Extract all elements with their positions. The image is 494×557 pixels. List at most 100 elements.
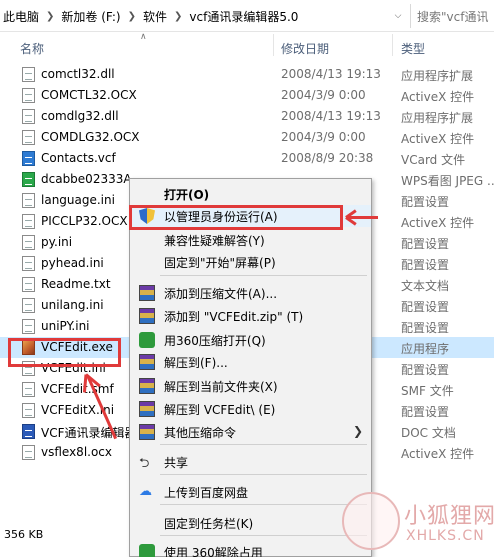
- file-type: ActiveX 控件: [401, 216, 475, 230]
- file-name[interactable]: COMDLG32.OCX: [41, 130, 140, 144]
- menu-item[interactable]: 解压到 VCFEdit\ (E): [130, 398, 371, 420]
- winrar-icon: [139, 285, 155, 301]
- sort-ascending-icon: ∧: [140, 32, 147, 42]
- zip360-icon: [139, 332, 155, 348]
- file-name[interactable]: unilang.ini: [41, 298, 104, 312]
- watermark-title: 小狐狸网: [404, 504, 494, 529]
- submenu-arrow-icon: ❯: [352, 424, 363, 438]
- file-name[interactable]: comctl32.dll: [41, 67, 115, 81]
- annotation-highlight-exe: [8, 338, 121, 367]
- file-type: ActiveX 控件: [401, 90, 475, 104]
- menu-item[interactable]: 固定到任务栏(K): [130, 512, 371, 534]
- smf-file-icon: [22, 382, 35, 397]
- file-row[interactable]: Contacts.vcf 2008/8/9 20:38 VCard 文件: [0, 148, 494, 169]
- ini-file-icon: [22, 193, 35, 208]
- column-name[interactable]: 名称: [20, 40, 44, 57]
- jpeg-file-icon: [22, 172, 35, 187]
- file-name[interactable]: dcabbe02333A: [41, 172, 132, 186]
- menu-item-label: 解压到 VCFEdit\ (E): [164, 403, 276, 417]
- address-dropdown-icon[interactable]: ⌵: [388, 0, 408, 32]
- ini-file-icon: [22, 256, 35, 271]
- winrar-icon: [139, 308, 155, 324]
- txt-file-icon: [22, 277, 35, 292]
- zip360-icon: [139, 544, 155, 557]
- ocx-file-icon: [22, 214, 35, 229]
- column-type[interactable]: 类型: [401, 40, 425, 57]
- file-type: 应用程序扩展: [401, 111, 474, 125]
- menu-item[interactable]: ⮌ 共享: [130, 451, 371, 473]
- file-row[interactable]: comctl32.dll 2008/4/13 19:13 应用程序扩展: [0, 64, 494, 85]
- column-header: 名称 修改日期 类型: [0, 32, 494, 62]
- file-name[interactable]: py.ini: [41, 235, 72, 249]
- breadcrumb-item-drive[interactable]: 新加卷 (F:): [58, 8, 123, 25]
- menu-item-label: 固定到"开始"屏幕(P): [164, 256, 276, 270]
- file-type: SMF 文件: [401, 384, 454, 398]
- file-name[interactable]: VCFEdit.smf: [41, 382, 114, 396]
- ini-file-icon: [22, 298, 35, 313]
- file-name[interactable]: COMCTL32.OCX: [41, 88, 137, 102]
- breadcrumb-item-folder[interactable]: vcf通讯录编辑器5.0: [186, 8, 301, 25]
- file-type: ActiveX 控件: [401, 132, 475, 146]
- breadcrumb[interactable]: 此电脑 ❯ 新加卷 (F:) ❯ 软件 ❯ vcf通讯录编辑器5.0: [0, 0, 404, 32]
- menu-item[interactable]: 兼容性疑难解答(Y): [130, 229, 371, 251]
- share-icon: ⮌: [139, 456, 150, 471]
- file-name[interactable]: language.ini: [41, 193, 115, 207]
- file-name[interactable]: uniPY.ini: [41, 319, 90, 333]
- file-name[interactable]: VCF通讯录编辑器: [41, 424, 137, 441]
- menu-item[interactable]: 固定到"开始"屏幕(P): [130, 251, 371, 273]
- search-input[interactable]: 搜索"vcf通讯: [410, 4, 494, 28]
- menu-item-label: 用360压缩打开(Q): [164, 334, 266, 348]
- menu-item[interactable]: 使用 360解除占用: [130, 541, 371, 557]
- ocx-file-icon: [22, 88, 35, 103]
- vcf-file-icon: [22, 151, 35, 166]
- file-date: 2004/3/9 0:00: [281, 130, 366, 144]
- file-type: 应用程序扩展: [401, 69, 474, 83]
- file-name[interactable]: comdlg32.dll: [41, 109, 119, 123]
- menu-item-label: 添加到压缩文件(A)...: [164, 287, 278, 301]
- menu-item[interactable]: 用360压缩打开(Q): [130, 329, 371, 351]
- file-row[interactable]: COMCTL32.OCX 2004/3/9 0:00 ActiveX 控件: [0, 85, 494, 106]
- column-divider[interactable]: [392, 34, 393, 56]
- menu-item-label: 解压到(F)...: [164, 356, 228, 370]
- file-name[interactable]: vsflex8l.ocx: [41, 445, 112, 459]
- chevron-right-icon[interactable]: ❯: [170, 11, 186, 22]
- chevron-right-icon[interactable]: ❯: [124, 11, 140, 22]
- chevron-right-icon[interactable]: ❯: [42, 11, 58, 22]
- menu-item-label: 解压到当前文件夹(X): [164, 380, 278, 394]
- menu-item[interactable]: 解压到当前文件夹(X): [130, 375, 371, 397]
- file-date: 2008/4/13 19:13: [281, 109, 381, 123]
- file-date: 2008/4/13 19:13: [281, 67, 381, 81]
- menu-item-label: 共享: [164, 456, 189, 470]
- baidu-cloud-icon: ☁: [139, 484, 152, 499]
- file-type: 配置设置: [401, 237, 450, 251]
- menu-item-label: 固定到任务栏(K): [164, 517, 254, 531]
- watermark-domain: XHLKS.CN: [406, 528, 485, 544]
- file-type: 配置设置: [401, 300, 450, 314]
- winrar-icon: [139, 354, 155, 370]
- fox-logo-icon: [342, 492, 400, 550]
- file-name[interactable]: pyhead.ini: [41, 256, 104, 270]
- menu-item[interactable]: 其他压缩命令 ❯: [130, 421, 371, 443]
- file-date: 2008/8/9 20:38: [281, 151, 374, 165]
- menu-item[interactable]: 添加到压缩文件(A)...: [130, 282, 371, 304]
- file-name[interactable]: Readme.txt: [41, 277, 111, 291]
- menu-item[interactable]: 打开(O): [130, 183, 371, 205]
- file-name[interactable]: PICCLP32.OCX: [41, 214, 128, 228]
- menu-item[interactable]: 添加到 "VCFEdit.zip" (T): [130, 305, 371, 327]
- breadcrumb-item-software[interactable]: 软件: [140, 8, 170, 25]
- file-row[interactable]: comdlg32.dll 2008/4/13 19:13 应用程序扩展: [0, 106, 494, 127]
- annotation-highlight-run-as-admin: [129, 205, 343, 230]
- menu-item[interactable]: ☁ 上传到百度网盘: [130, 481, 371, 503]
- context-menu: 打开(O) 以管理员身份运行(A) 兼容性疑难解答(Y) 固定到"开始"屏幕(P) 添加…: [129, 178, 372, 557]
- file-row[interactable]: COMDLG32.OCX 2004/3/9 0:00 ActiveX 控件: [0, 127, 494, 148]
- winrar-icon: [139, 424, 155, 440]
- menu-item-label: 使用 360解除占用: [164, 546, 263, 557]
- breadcrumb-item-this-pc[interactable]: 此电脑: [0, 8, 42, 25]
- file-name[interactable]: Contacts.vcf: [41, 151, 116, 165]
- watermark: 小狐狸网 XHLKS.CN: [340, 488, 494, 557]
- menu-item[interactable]: 解压到(F)...: [130, 351, 371, 373]
- menu-separator: [160, 474, 367, 475]
- column-divider[interactable]: [273, 34, 274, 56]
- column-date-modified[interactable]: 修改日期: [281, 40, 329, 57]
- file-type: VCard 文件: [401, 153, 466, 167]
